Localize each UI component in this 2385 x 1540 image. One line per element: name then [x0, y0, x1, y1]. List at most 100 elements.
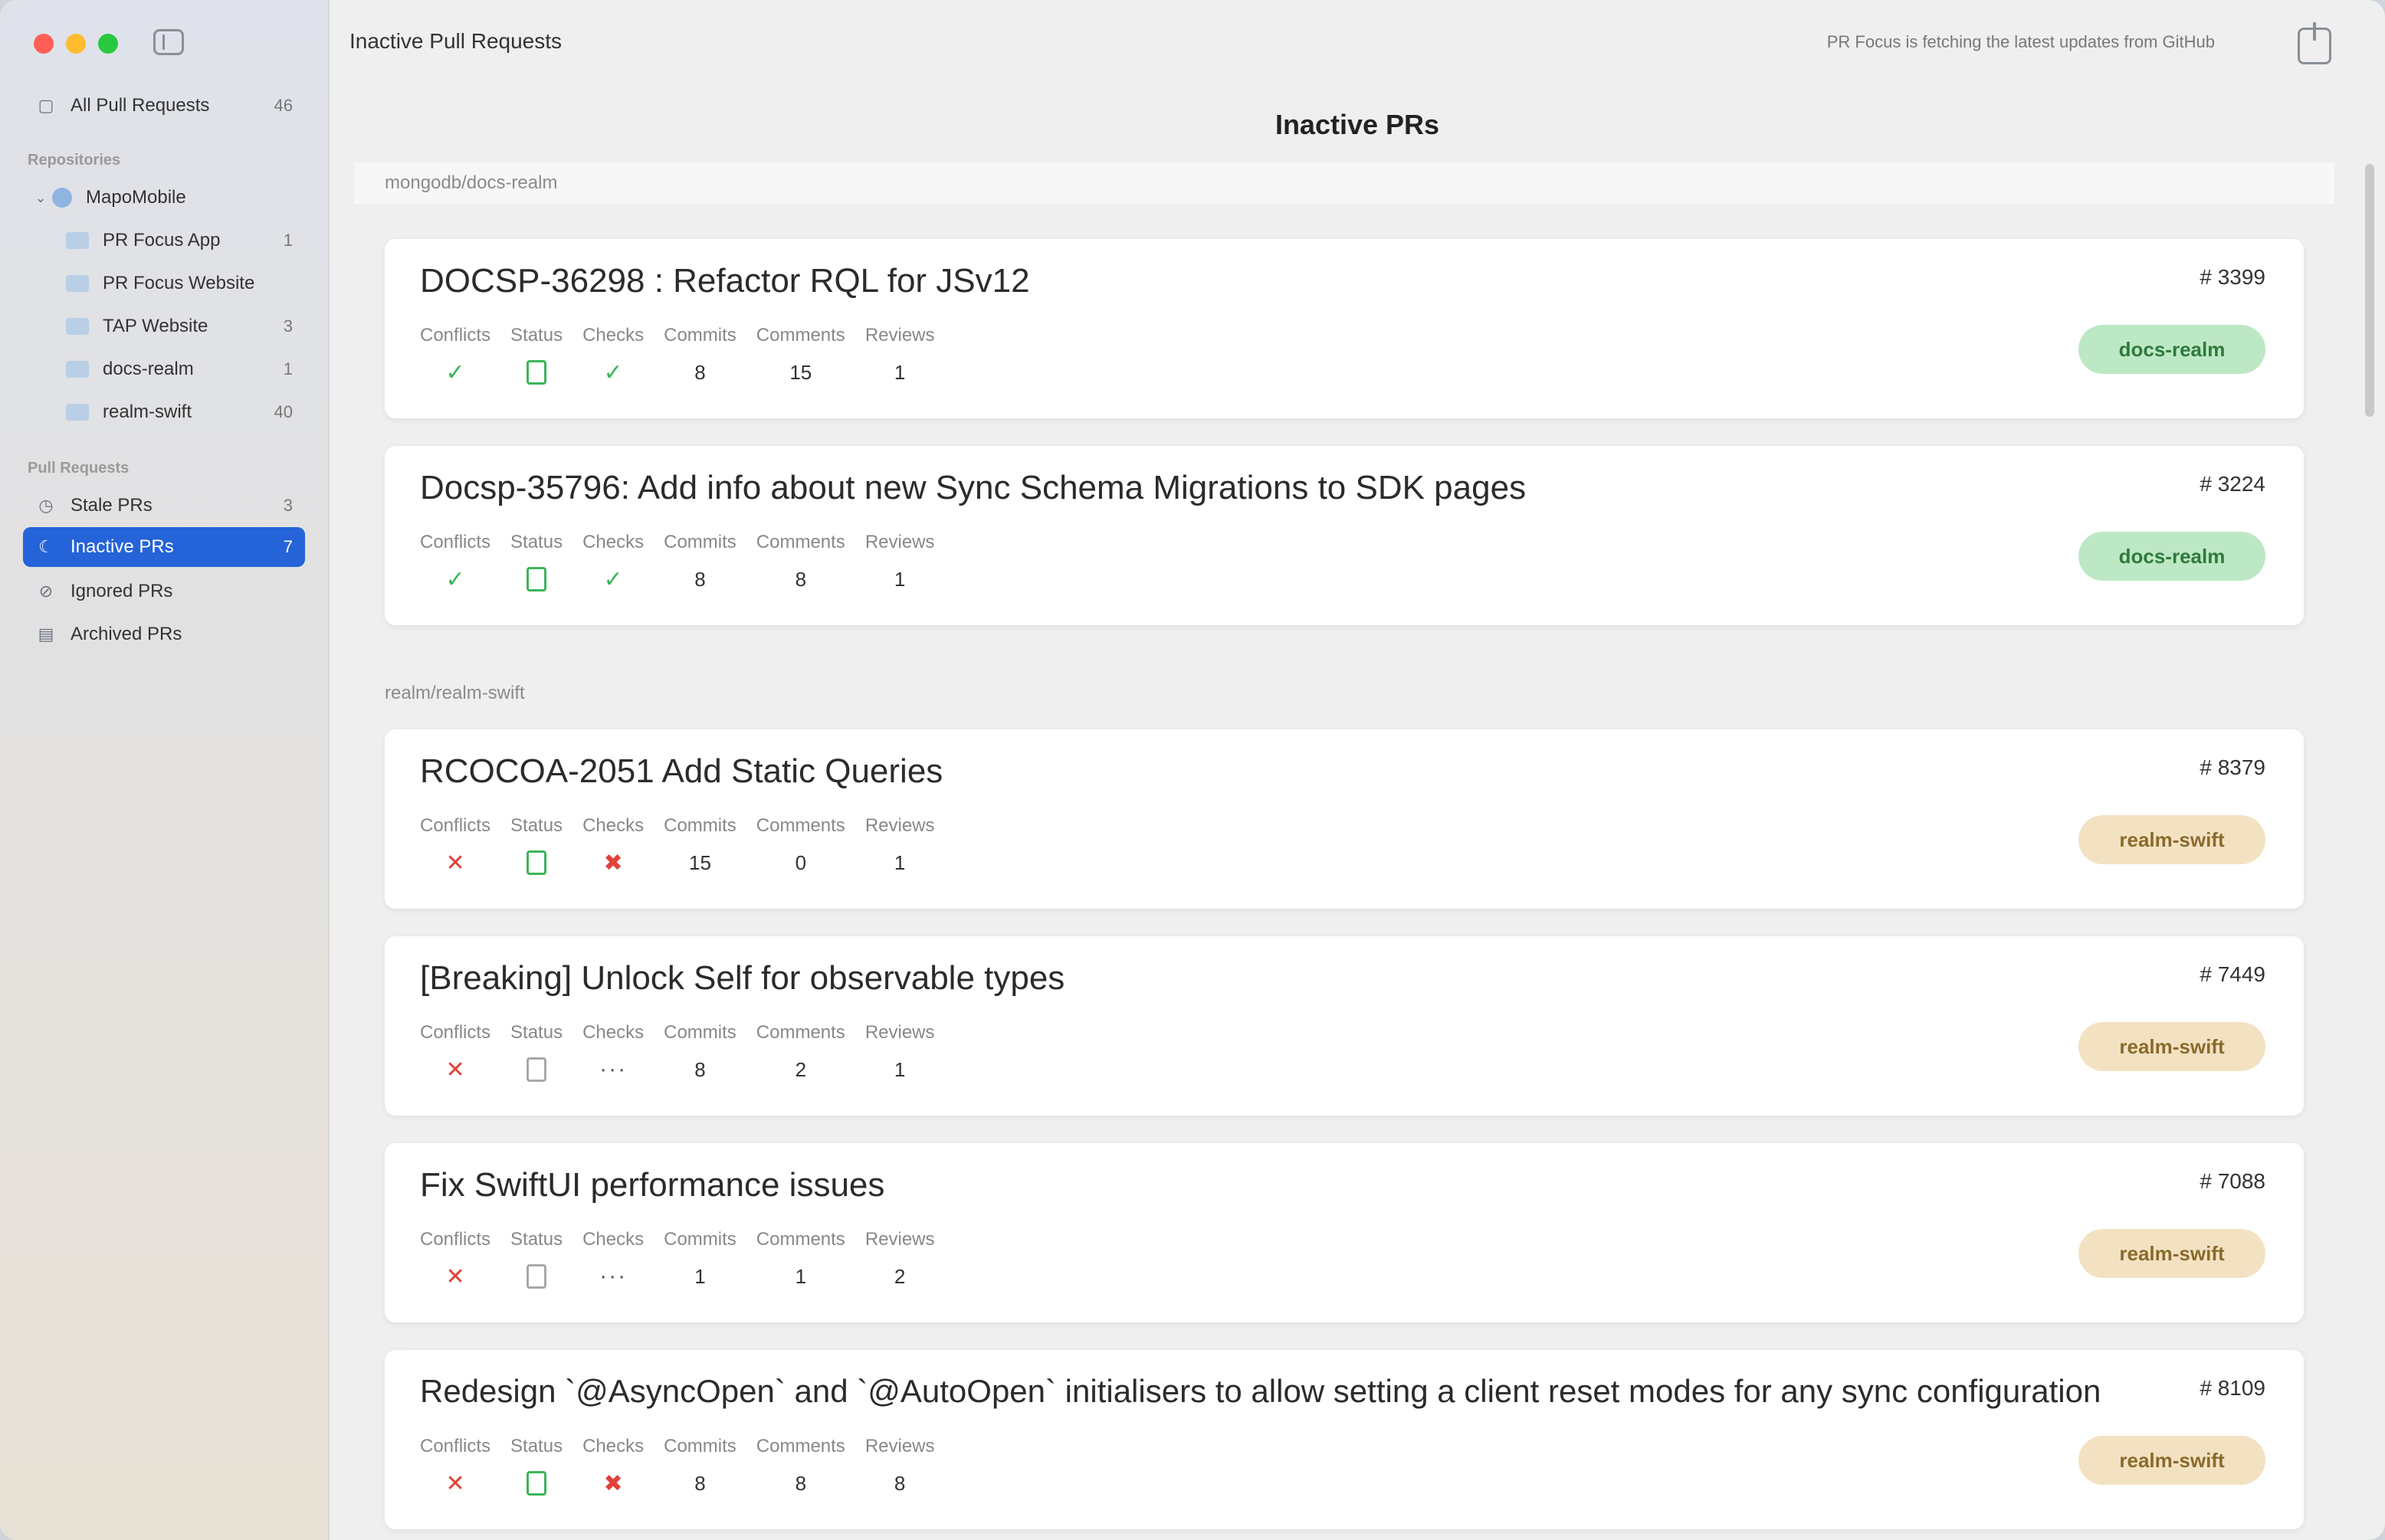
pr-stats: Conflicts ✓ Status Checks ✓ Commits 8 Comme… — [420, 532, 935, 593]
sidebar-item-count: 1 — [283, 359, 293, 378]
stat-label: Conflicts — [420, 532, 491, 552]
pr-card[interactable]: DOCSP-36298 : Refactor RQL for JSv12 # 3… — [385, 239, 2304, 418]
stat-label: Comments — [756, 1022, 845, 1043]
stat-label: Checks — [582, 1229, 645, 1250]
repositories-header: Repositories — [28, 152, 121, 169]
share-icon[interactable] — [2298, 22, 2331, 64]
stat-reviews: Reviews 1 — [865, 815, 935, 876]
stat-label: Conflicts — [420, 1022, 491, 1043]
stat-conflicts: Conflicts ✕ — [420, 1022, 490, 1083]
stat-label: Checks — [582, 1022, 645, 1043]
sidebar-toggle-icon[interactable] — [153, 29, 184, 55]
minimize-button[interactable] — [66, 34, 86, 54]
pr-stats: Conflicts ✓ Status Checks ✓ Commits 8 Comme… — [420, 325, 935, 386]
no-conflicts-icon: ✓ — [445, 359, 465, 385]
stat-reviews: Reviews 1 — [865, 532, 935, 593]
sidebar-item-repo[interactable]: realm-swift 40 — [54, 392, 305, 432]
sidebar-item-inactive-prs[interactable]: ☾ Inactive PRs 7 — [23, 527, 305, 567]
sidebar-item-archived-prs[interactable]: ▤ Archived PRs — [23, 614, 305, 654]
pr-number: # 3224 — [2200, 472, 2265, 496]
stat-checks: Checks ··· — [582, 1229, 644, 1290]
sidebar: ▢ All Pull Requests 46 Repositories ⌄ Ma… — [0, 0, 330, 1540]
stat-label: Comments — [756, 532, 845, 552]
stat-value: 0 — [795, 850, 807, 874]
sidebar-item-repo[interactable]: PR Focus Website — [54, 264, 305, 303]
document-icon — [527, 1057, 547, 1082]
stat-comments: Comments 15 — [756, 325, 845, 386]
sidebar-item-repo[interactable]: docs-realm 1 — [54, 349, 305, 389]
pr-number: # 7449 — [2200, 962, 2265, 986]
stat-label: Status — [510, 1436, 563, 1456]
sidebar-item-count: 1 — [283, 231, 293, 250]
sidebar-item-label: TAP Website — [103, 316, 208, 336]
stat-value: 8 — [795, 567, 807, 591]
sidebar-item-ignored-prs[interactable]: ⊘ Ignored PRs — [23, 572, 305, 611]
pr-list[interactable]: mongodb/docs-realm DOCSP-36298 : Refacto… — [354, 162, 2334, 1540]
stat-comments: Comments 1 — [756, 1229, 845, 1290]
stat-value: 8 — [694, 567, 706, 591]
pr-card[interactable]: Docsp-35796: Add info about new Sync Sch… — [385, 446, 2304, 625]
stat-value: 8 — [795, 1471, 807, 1495]
pr-card[interactable]: [Breaking] Unlock Self for observable ty… — [385, 936, 2304, 1116]
pr-card[interactable]: Fix SwiftUI performance issues # 7088 Co… — [385, 1143, 2304, 1322]
document-icon — [527, 850, 547, 875]
stat-label: Comments — [756, 325, 845, 346]
sidebar-item-repo[interactable]: TAP Website 3 — [54, 306, 305, 346]
sidebar-item-all-prs[interactable]: ▢ All Pull Requests 46 — [23, 86, 305, 126]
stat-value: 1 — [795, 1264, 807, 1288]
close-button[interactable] — [34, 34, 54, 54]
stat-label: Conflicts — [420, 1229, 491, 1250]
stat-conflicts: Conflicts ✓ — [420, 325, 490, 386]
folder-icon — [66, 404, 89, 421]
sync-status-text: PR Focus is fetching the latest updates … — [1826, 32, 2215, 51]
pr-number: # 3399 — [2200, 265, 2265, 289]
stat-checks: Checks ✖ — [582, 1436, 644, 1497]
repo-badge: docs-realm — [2078, 325, 2265, 374]
stat-comments: Comments 0 — [756, 815, 845, 876]
pr-stats: Conflicts ✕ Status Checks ··· Commits 8 Com… — [420, 1022, 935, 1083]
stat-value: 8 — [694, 360, 706, 384]
pr-stats: Conflicts ✕ Status Checks ✖ Commits 15 Comm… — [420, 815, 935, 876]
stat-label: Reviews — [864, 325, 935, 346]
stat-label: Conflicts — [420, 815, 491, 836]
stat-label: Status — [510, 532, 563, 552]
pr-number: # 7088 — [2200, 1169, 2265, 1193]
stat-status: Status — [510, 325, 563, 386]
window-controls — [34, 34, 118, 54]
stat-status: Status — [510, 815, 563, 876]
tray-icon: ▢ — [38, 96, 54, 115]
stat-label: Commits — [664, 815, 736, 836]
sidebar-item-label: Archived PRs — [71, 624, 182, 644]
pr-title: Docsp-35796: Add info about new Sync Sch… — [420, 469, 1527, 506]
no-conflicts-icon: ✓ — [445, 566, 465, 592]
stat-value: 2 — [894, 1264, 906, 1288]
stat-label: Comments — [756, 1229, 845, 1250]
conflicts-icon: ✕ — [445, 850, 465, 876]
repo-section-header: realm/realm-swift — [385, 683, 525, 703]
stat-label: Reviews — [864, 1229, 935, 1250]
scrollbar[interactable] — [2365, 164, 2374, 417]
checks-pending-icon: ··· — [599, 1057, 628, 1082]
stat-value: 1 — [894, 850, 906, 874]
stat-label: Comments — [756, 1436, 845, 1456]
stat-commits: Commits 15 — [664, 815, 736, 876]
sidebar-item-stale-prs[interactable]: ◷ Stale PRs 3 — [23, 486, 305, 526]
sidebar-item-repo-group[interactable]: ⌄ MapoMobile — [23, 178, 305, 218]
stat-label: Checks — [582, 532, 645, 552]
stat-label: Reviews — [864, 1436, 935, 1456]
stat-label: Checks — [582, 815, 645, 836]
zoom-button[interactable] — [98, 34, 118, 54]
stat-value: 1 — [894, 567, 906, 591]
pr-title: RCOCOA-2051 Add Static Queries — [420, 752, 943, 790]
sidebar-item-label: realm-swift — [103, 401, 192, 422]
org-icon — [52, 188, 72, 208]
stat-label: Commits — [664, 532, 736, 552]
moon-icon: ☾ — [38, 537, 54, 556]
pr-card[interactable]: Redesign `@AsyncOpen` and `@AutoOpen` in… — [385, 1350, 2304, 1529]
checks-failed-icon: ✖ — [603, 1470, 623, 1496]
sidebar-item-repo[interactable]: PR Focus App 1 — [54, 221, 305, 260]
checks-passed-icon: ✓ — [603, 566, 623, 592]
stat-checks: Checks ··· — [582, 1022, 644, 1083]
folder-icon — [66, 361, 89, 378]
pr-card[interactable]: RCOCOA-2051 Add Static Queries # 8379 Co… — [385, 729, 2304, 909]
